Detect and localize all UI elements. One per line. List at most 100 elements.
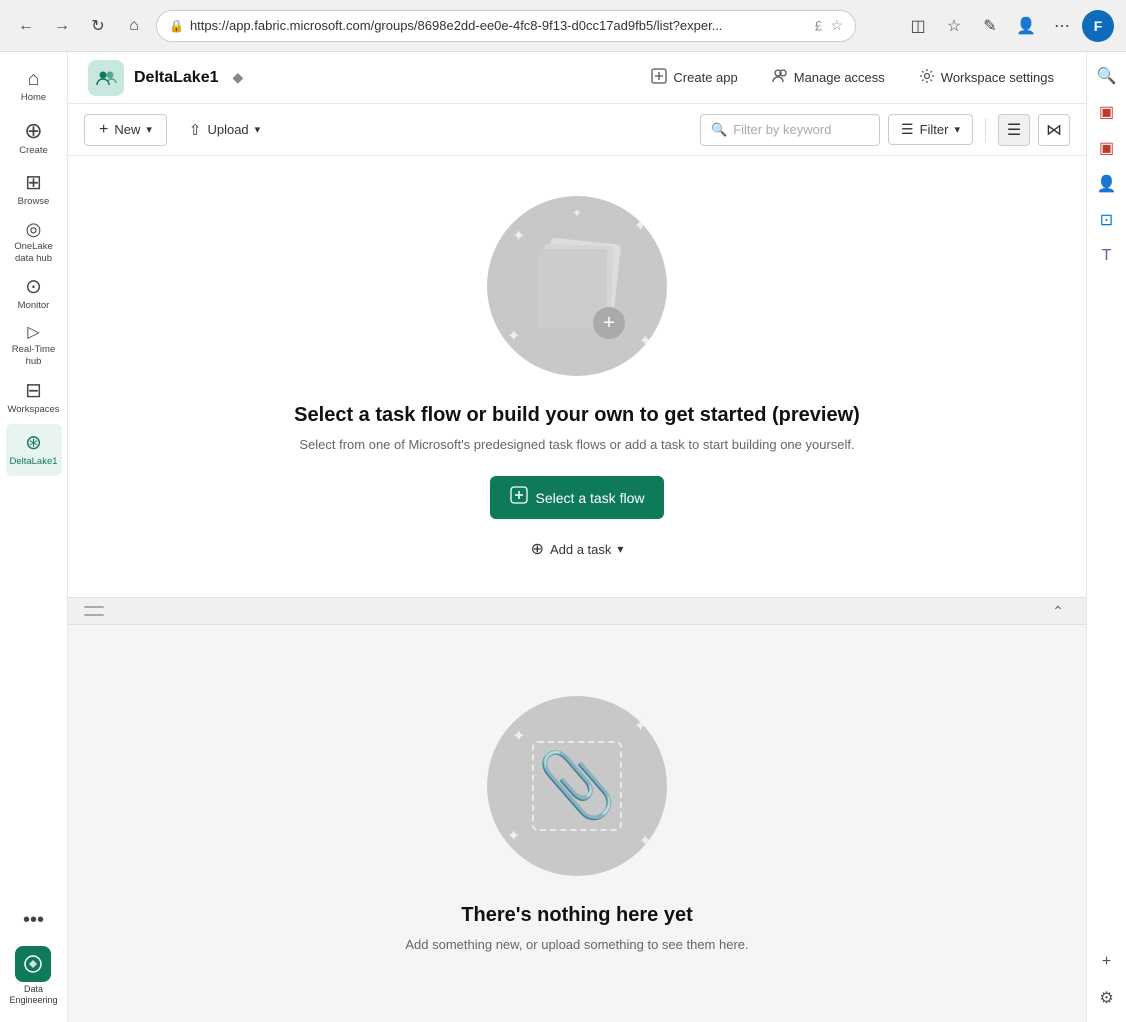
empty-state-illustration: ✦ ✦ ✦ ✦ 📎 [487,696,667,876]
address-bar[interactable]: 🔒 https://app.fabric.microsoft.com/group… [156,10,856,42]
upper-section-subtitle: Select from one of Microsoft's predesign… [299,437,854,452]
select-taskflow-button[interactable]: Select a task flow [490,476,665,519]
grid-view-button[interactable]: ⋈ [1038,114,1070,146]
manage-access-icon [772,68,788,88]
split-view-button[interactable]: ◫ [902,10,934,42]
sidebar: ⌂ Home ⊕ Create ⊞ Browse ◎ OneLake data … [0,52,68,1022]
collections-button[interactable]: ✎ [974,10,1006,42]
upload-icon: ⇧ [189,121,202,139]
right-apps-button[interactable]: ▣ [1091,132,1123,164]
filter-search-icon: 🔍 [711,122,727,138]
lock-icon: 🔒 [169,19,184,33]
collapse-button[interactable]: ⌃ [1046,599,1070,623]
list-view-button[interactable]: ☰ [998,114,1030,146]
add-task-button[interactable]: ⊕ Add a task ▾ [515,531,640,567]
divider-line-2 [84,614,104,616]
manage-access-button[interactable]: Manage access [760,62,897,94]
toolbar-separator [985,118,986,142]
settings-icon [919,68,935,88]
section-divider[interactable]: ⌃ [68,597,1086,625]
create-app-label: Create app [673,70,737,85]
sparkle-bl: ✦ [507,326,520,346]
profile-button[interactable]: 👤 [1010,10,1042,42]
upper-section-title: Select a task flow or build your own to … [294,404,860,427]
workspace-diamond-icon: ◆ [233,69,244,86]
add-task-plus-icon: ⊕ [531,539,544,559]
right-settings-button[interactable]: ⚙ [1091,982,1123,1014]
sidebar-item-monitor[interactable]: ⊙ Monitor [6,268,62,320]
sidebar-item-browse[interactable]: ⊞ Browse [6,164,62,216]
browse-icon: ⊞ [25,173,42,193]
add-icon: + [1102,953,1111,971]
new-chevron-icon: ▾ [146,123,152,136]
grid-view-icon: ⋈ [1046,120,1062,140]
sidebar-item-workspaces[interactable]: ⊟ Workspaces [6,372,62,424]
new-button[interactable]: + New ▾ [84,114,167,146]
right-add-button[interactable]: + [1091,946,1123,978]
more-button[interactable]: ⋯ [1046,10,1078,42]
star-icon[interactable]: ☆ [830,17,843,34]
add-task-chevron-icon: ▾ [617,542,623,556]
filter-input[interactable]: 🔍 Filter by keyword [700,114,880,146]
sidebar-item-onelake[interactable]: ◎ OneLake data hub [6,216,62,268]
apps-icon: ▣ [1099,138,1114,158]
sidebar-item-create[interactable]: ⊕ Create [6,112,62,164]
doc-stack-illustration: + [537,241,617,331]
more-dots-icon: ••• [23,910,44,930]
filter-placeholder: Filter by keyword [733,122,831,137]
back-button[interactable]: ← [12,12,40,40]
sparkle-t: ✦ [572,206,582,220]
upload-button[interactable]: ⇧ Upload ▾ [175,115,274,145]
reader-mode-icon: ￡ [812,17,824,34]
empty-state-subtitle: Add something new, or upload something t… [405,937,748,952]
select-taskflow-label: Select a task flow [536,490,645,506]
upload-label: Upload [207,122,248,137]
new-plus-icon: + [99,121,108,139]
new-label: New [114,122,140,137]
workspace-settings-button[interactable]: Workspace settings [907,62,1066,94]
home-icon: ⌂ [27,69,39,89]
sidebar-item-realtime[interactable]: ▷ Real-Time hub [6,320,62,372]
sidebar-item-home[interactable]: ⌂ Home [6,60,62,112]
home-button[interactable]: ⌂ [120,12,148,40]
fabric-icon: F [1082,10,1114,42]
realtime-icon: ▷ [27,325,39,341]
favorites-button[interactable]: ☆ [938,10,970,42]
right-bookmark-button[interactable]: ▣ [1091,96,1123,128]
workspace-icon [88,60,124,96]
bookmark-icon: ▣ [1099,102,1114,122]
upload-chevron-icon: ▾ [255,123,261,136]
manage-access-label: Manage access [794,70,885,85]
sparkle-lower-tr: ✦ [634,716,647,736]
forward-button[interactable]: → [48,12,76,40]
right-search-button[interactable]: 🔍 [1091,60,1123,92]
taskflow-icon [510,486,528,509]
content-area: ✦ ✦ ✦ ✦ ✦ + Select a task flow or build … [68,156,1086,1022]
sidebar-item-more[interactable]: ••• [6,894,62,946]
taskflow-illustration: ✦ ✦ ✦ ✦ ✦ + [487,196,667,376]
lower-section: ✦ ✦ ✦ ✦ 📎 There's nothing here yet Add s… [68,625,1086,1022]
right-users-button[interactable]: 👤 [1091,168,1123,200]
right-teams-button[interactable]: T [1091,240,1123,272]
app-title-bar: DeltaLake1 ◆ Create app [68,52,1086,104]
monitor-icon: ⊙ [25,277,42,297]
refresh-button[interactable]: ↻ [84,12,112,40]
collapse-icon: ⌃ [1052,603,1064,620]
gear-icon: ⚙ [1099,988,1113,1008]
create-app-button[interactable]: Create app [639,62,749,94]
filter-button[interactable]: ☰ Filter ▾ [888,114,973,145]
sparkle-br: ✦ [639,331,652,351]
sparkle-tl: ✦ [512,226,525,246]
browser-chrome: ← → ↻ ⌂ 🔒 https://app.fabric.microsoft.c… [0,0,1126,52]
sidebar-item-deltalake[interactable]: ⊛ DeltaLake1 [6,424,62,476]
right-outlook-button[interactable]: ⊡ [1091,204,1123,236]
onelake-icon: ◎ [26,220,42,238]
deltalake-nav-icon: ⊛ [25,433,42,453]
divider-line-1 [84,606,104,608]
sparkle-lower-br: ✦ [639,831,652,851]
app-container: ⌂ Home ⊕ Create ⊞ Browse ◎ OneLake data … [0,52,1126,1022]
url-text: https://app.fabric.microsoft.com/groups/… [190,18,806,33]
add-task-label: Add a task [550,542,611,557]
filter-chevron-icon: ▾ [954,123,960,136]
right-search-icon: 🔍 [1097,66,1117,86]
